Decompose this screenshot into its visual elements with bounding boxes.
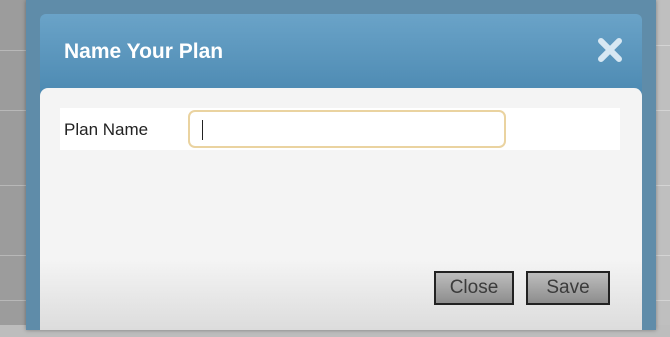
backdrop-left-strip: [0, 0, 26, 337]
dialog-content: Plan Name Close Save: [40, 88, 642, 330]
plan-name-input[interactable]: [188, 110, 506, 148]
close-x-icon[interactable]: [596, 36, 624, 64]
close-button[interactable]: Close: [434, 271, 514, 305]
text-caret: [202, 120, 203, 140]
plan-name-label: Plan Name: [64, 120, 149, 139]
plan-name-row: Plan Name: [60, 108, 620, 150]
dialog-title-bar: Name Your Plan: [40, 14, 642, 94]
save-button[interactable]: Save: [526, 271, 610, 305]
dialog-title: Name Your Plan: [64, 40, 224, 63]
